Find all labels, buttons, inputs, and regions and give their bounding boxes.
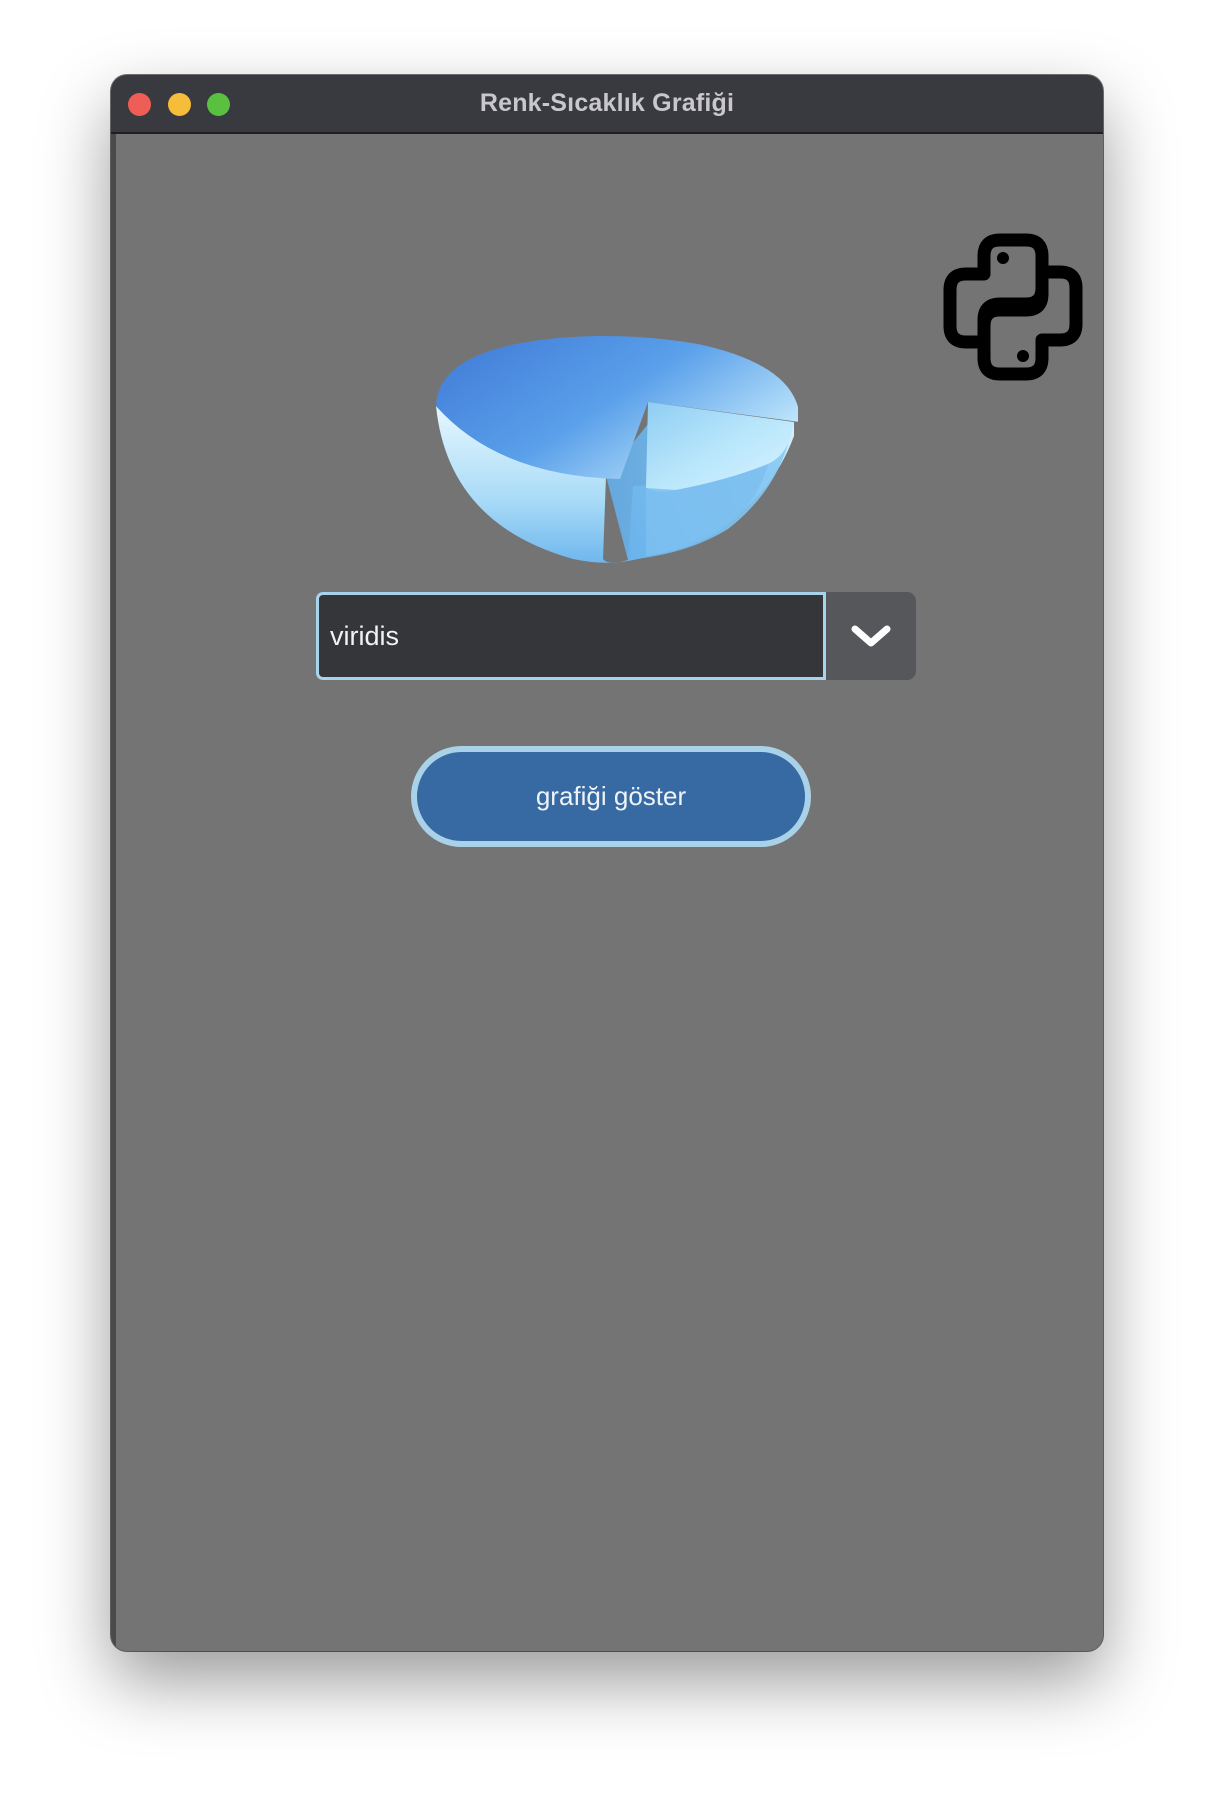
show-chart-button[interactable]: grafiği göster	[411, 746, 811, 847]
app-window: Renk-Sıcaklık Grafiği viridis grafiği gö…	[111, 75, 1103, 1651]
colormap-select[interactable]: viridis	[316, 592, 916, 680]
main-content: viridis grafiği göster	[111, 134, 1103, 1651]
chevron-down-icon	[851, 625, 891, 647]
title-bar: Renk-Sıcaklık Grafiği	[111, 75, 1103, 134]
pie-chart-icon	[436, 336, 798, 563]
dropdown-button[interactable]	[826, 592, 916, 680]
colormap-select-value[interactable]: viridis	[316, 592, 826, 680]
window-title: Renk-Sıcaklık Grafiği	[479, 89, 735, 117]
python-logo-icon	[943, 233, 1083, 381]
